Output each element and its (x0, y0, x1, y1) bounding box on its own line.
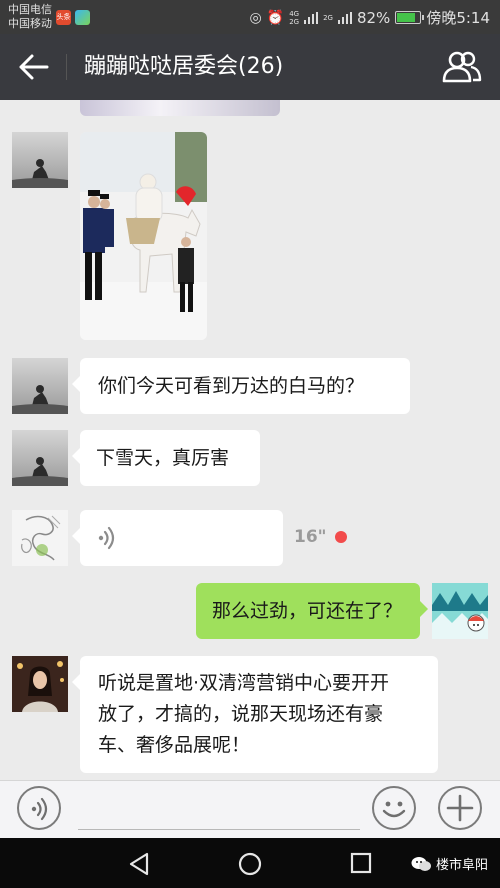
chat-header: 蹦蹦哒哒居委会(26) (0, 34, 500, 100)
news-app-icon: 头条 (56, 10, 71, 25)
plus-icon (446, 794, 474, 822)
video-app-icon (75, 10, 90, 25)
avatar-silhouette-icon (12, 457, 68, 486)
voice-duration: 16" (294, 527, 327, 547)
message-input[interactable] (78, 829, 360, 830)
wechat-logo-icon (411, 856, 431, 871)
message-text: 你们今天可看到万达的白马的？ (98, 375, 365, 397)
avatar[interactable] (12, 430, 68, 486)
avatar[interactable] (12, 132, 68, 188)
group-members-button[interactable] (442, 50, 482, 84)
image-message[interactable] (80, 132, 207, 340)
network-type: 4G 2G (289, 9, 300, 26)
watermark: 楼市阜阳 (411, 854, 488, 873)
voice-mode-button[interactable] (17, 786, 61, 830)
system-nav-bar: 楼市阜阳 (0, 838, 500, 888)
message-line: 车、奢侈品展呢！ (98, 734, 251, 756)
clock: 傍晚5:14 (426, 9, 490, 27)
carrier-1: 中国电信 (8, 3, 52, 16)
my-avatar[interactable] (432, 583, 488, 639)
emoji-button[interactable] (372, 786, 416, 830)
avatar-photo-icon (12, 656, 68, 712)
photo-horse-icon (80, 132, 207, 340)
avatar[interactable] (12, 358, 68, 414)
message-list[interactable]: 你们今天可看到万达的白马的？ 下雪天，真厉害 16" 那么过劲，可还在了？ 听说… (0, 100, 500, 780)
back-button[interactable] (18, 52, 50, 82)
watermark-text: 楼市阜阳 (435, 858, 488, 873)
status-bar: 中国电信 中国移动 头条 ◎ ⏰ 4G 2G 2G 82% 傍晚5:14 (0, 0, 500, 34)
text-message[interactable]: 听说是置地·双清湾营销中心要开开 放了，才搞的，说那天现场还有豪 车、奢侈品展呢… (72, 656, 438, 773)
image-message-partial[interactable] (80, 100, 280, 116)
avatar-sketch-icon (21, 515, 61, 561)
voice-message[interactable] (72, 510, 283, 566)
nav-back-icon[interactable] (128, 852, 150, 876)
message-line: 听说是置地·双清湾营销中心要开开 (98, 672, 390, 694)
chat-title: 蹦蹦哒哒居委会(26) (84, 54, 284, 79)
status-right: ◎ ⏰ 4G 2G 2G 82% 傍晚5:14 (250, 7, 490, 28)
arrow-left-icon (19, 54, 49, 80)
avatar-silhouette-icon (12, 385, 68, 414)
emoji-icon (382, 801, 406, 818)
signal-icon (304, 11, 319, 24)
more-button[interactable] (438, 786, 482, 830)
nav-recents-icon[interactable] (350, 852, 372, 874)
hotspot-icon: ◎ (249, 9, 262, 26)
unread-dot (335, 531, 347, 543)
carrier-2: 中国移动 (8, 17, 52, 30)
voice-wave-icon (98, 526, 115, 550)
people-icon (442, 51, 482, 83)
input-bar (0, 780, 500, 838)
signal-icon-2 (337, 11, 352, 24)
battery-percent: 82% (356, 8, 391, 27)
network-type-2: 2G (323, 13, 333, 22)
text-message[interactable]: 你们今天可看到万达的白马的？ (72, 358, 410, 414)
carrier-info: 中国电信 中国移动 (8, 3, 52, 31)
avatar-silhouette-icon (12, 159, 68, 188)
voice-mode-icon (31, 797, 48, 821)
text-message[interactable]: 下雪天，真厉害 (72, 430, 260, 486)
message-text: 下雪天，真厉害 (96, 447, 230, 469)
message-text: 那么过劲，可还在了？ (212, 600, 403, 622)
nav-home-icon[interactable] (238, 852, 262, 876)
avatar[interactable] (12, 510, 68, 566)
text-message-sent[interactable]: 那么过劲，可还在了？ (196, 583, 428, 639)
avatar-cartoon-icon (432, 583, 488, 639)
battery-icon (395, 11, 425, 24)
alarm-icon: ⏰ (266, 9, 285, 26)
header-divider (66, 54, 67, 80)
message-line: 放了，才搞的，说那天现场还有豪 (98, 703, 384, 725)
avatar[interactable] (12, 656, 68, 712)
